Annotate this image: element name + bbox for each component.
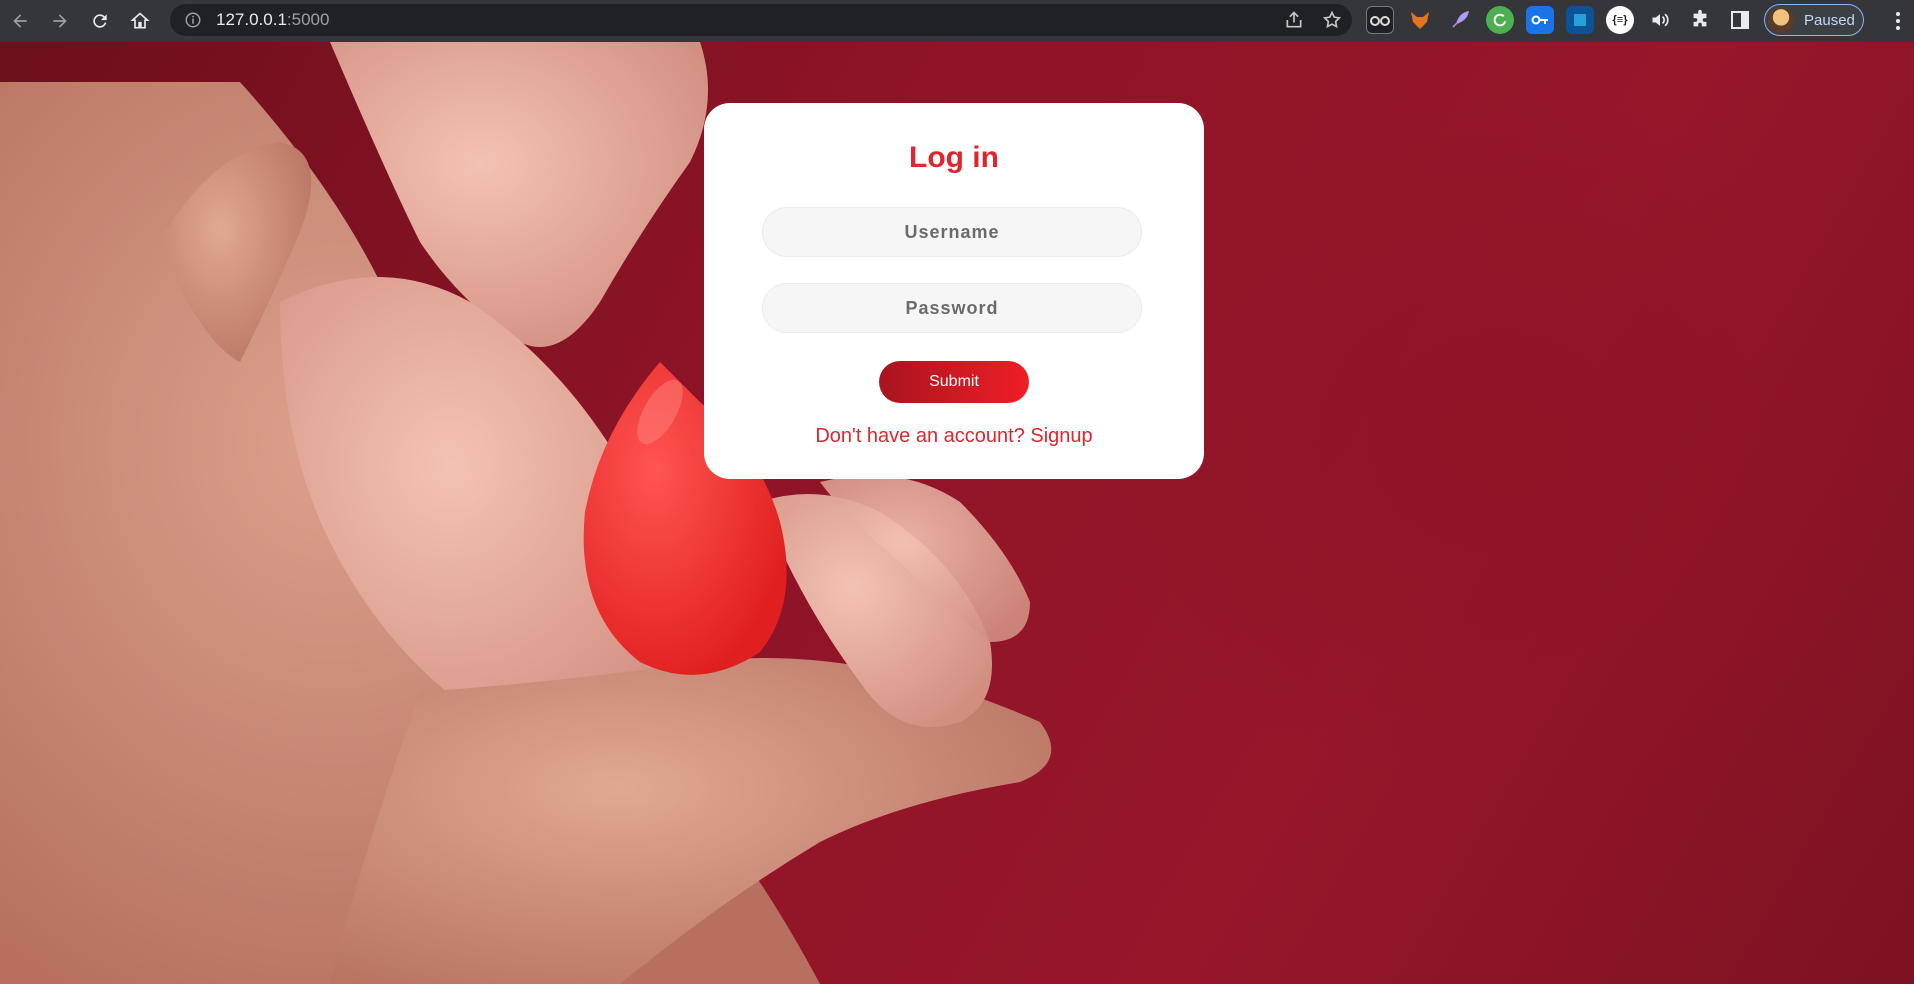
login-title: Log in — [909, 141, 999, 174]
back-button[interactable] — [0, 0, 40, 42]
info-icon — [185, 12, 201, 28]
sidepanel-icon[interactable] — [1726, 6, 1754, 34]
back-arrow-icon — [13, 14, 27, 28]
rocket-extension-icon[interactable] — [1446, 6, 1474, 34]
share-icon[interactable] — [1284, 10, 1304, 30]
speaker-icon[interactable] — [1646, 6, 1674, 34]
login-card: Log in Submit Don't have an account? Sig… — [704, 103, 1204, 479]
bookmark-star-icon[interactable] — [1322, 10, 1342, 30]
reload-icon — [93, 14, 107, 28]
key-extension-icon[interactable] — [1526, 6, 1554, 34]
url-host: 127.0.0.1 — [216, 10, 287, 29]
password-input[interactable] — [762, 283, 1142, 333]
square-extension-icon[interactable] — [1566, 6, 1594, 34]
browser-toolbar: 127.0.0.1:5000 {≡} Paused — [0, 0, 1914, 42]
refresh-extension-icon[interactable] — [1486, 6, 1514, 34]
json-extension-icon[interactable]: {≡} — [1606, 6, 1634, 34]
signup-link[interactable]: Don't have an account? Signup — [704, 425, 1204, 448]
kebab-menu-icon[interactable] — [1888, 10, 1908, 32]
fox-extension-icon[interactable] — [1406, 6, 1434, 34]
puzzle-icon[interactable] — [1686, 6, 1714, 34]
extensions-bar: {≡} — [1366, 6, 1754, 34]
reload-button[interactable] — [80, 0, 120, 42]
address-bar[interactable]: 127.0.0.1:5000 — [170, 4, 1352, 36]
forward-button[interactable] — [40, 0, 80, 42]
glasses-extension-icon[interactable] — [1366, 6, 1394, 34]
avatar — [1768, 7, 1794, 33]
page-viewport: Log in Submit Don't have an account? Sig… — [0, 42, 1914, 984]
forward-arrow-icon — [53, 14, 67, 28]
username-input[interactable] — [762, 207, 1142, 257]
home-button[interactable] — [120, 0, 160, 42]
submit-button[interactable]: Submit — [879, 361, 1029, 403]
profile-status-label: Paused — [1804, 11, 1855, 29]
url-port: :5000 — [286, 10, 330, 29]
home-icon — [130, 12, 150, 29]
profile-button[interactable]: Paused — [1764, 4, 1864, 36]
